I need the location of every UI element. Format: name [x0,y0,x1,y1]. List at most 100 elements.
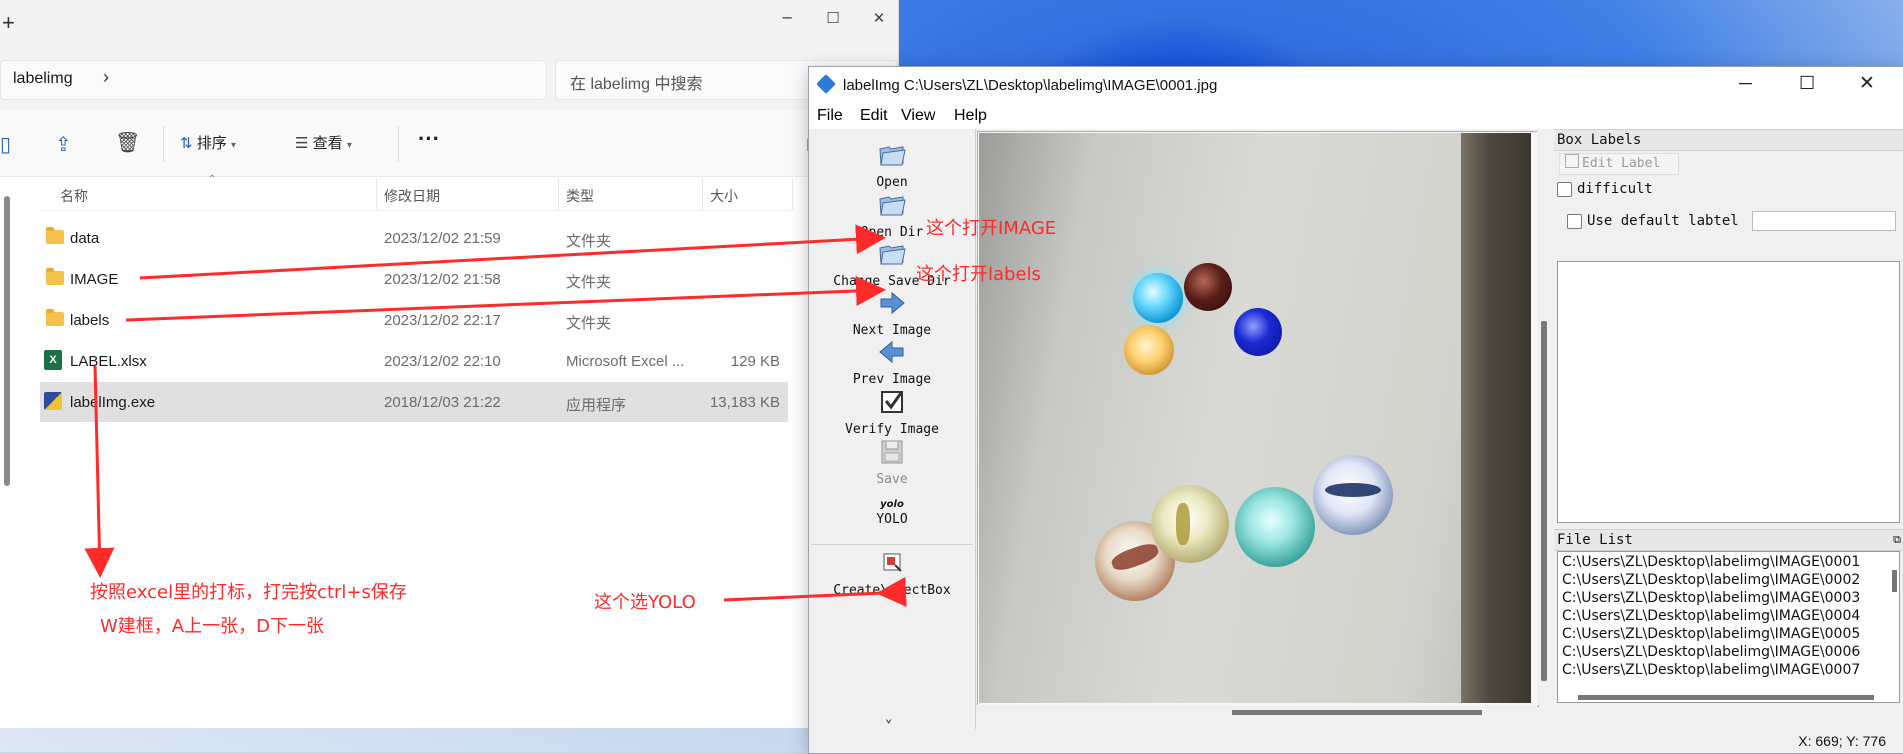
toolbar-divider [398,126,399,162]
file-row-labels[interactable]: labels 2023/12/02 22:17 文件夹 [40,300,788,340]
create-rectbox-button[interactable]: Create\nRectBox [809,549,975,598]
floppy-disk-icon [881,440,903,464]
menu-edit[interactable]: Edit [860,107,888,125]
marble-dark-red [1184,263,1232,311]
difficult-label: difficult [1577,181,1653,197]
more-options-button[interactable]: ··· [418,126,440,152]
image-canvas[interactable] [977,131,1539,707]
column-divider[interactable] [376,178,377,210]
minimize-button[interactable]: ─ [764,0,810,36]
marble-swirl [1176,503,1190,545]
next-image-button[interactable]: Next Image [809,289,975,338]
folder-icon [46,227,64,244]
file-list-item[interactable]: C:\Users\ZL\Desktop\labelimg\IMAGE\0004 [1562,608,1860,624]
menu-bar: File Edit View Help [809,103,1903,129]
search-input[interactable]: 在 labelimg 中搜索 [570,70,702,94]
share-icon[interactable]: ⇪ [55,132,72,156]
menu-file[interactable]: File [817,107,843,125]
canvas-horizontal-scrollbar[interactable] [977,705,1537,719]
edit-label-text: Edit Label [1582,156,1661,171]
minimize-button[interactable]: ─ [1739,73,1752,94]
save-button[interactable]: Save [809,438,975,487]
scrollbar-thumb[interactable] [1541,321,1547,681]
sort-icon: ⇅ [180,134,193,152]
excel-file-icon: X [44,350,62,370]
chevron-right-icon[interactable]: › [103,67,109,88]
verify-image-button[interactable]: Verify Image [809,388,975,437]
marble-amber [1124,325,1174,375]
label-list[interactable] [1557,261,1900,523]
marble-swirl [1325,483,1381,497]
column-divider[interactable] [558,178,559,210]
toolbar-overflow-chevron-icon[interactable]: ⌄ [885,711,892,725]
float-dock-icon[interactable]: ⧉ [1893,530,1901,550]
file-type: 文件夹 [566,315,612,332]
marble-clear-yellow [1151,485,1229,563]
column-header-name[interactable]: 名称 [60,186,88,206]
file-row-label-xlsx[interactable]: X LABEL.xlsx 2023/12/02 22:10 Microsoft … [40,341,788,381]
file-list-item[interactable]: C:\Users\ZL\Desktop\labelimg\IMAGE\0002 [1562,572,1860,588]
menu-help[interactable]: Help [954,107,987,125]
labelimg-window: labelImg C:\Users\ZL\Desktop\labelimg\IM… [808,66,1903,754]
file-row-data[interactable]: data 2023/12/02 21:59 文件夹 [40,218,788,258]
difficult-checkbox[interactable] [1557,182,1572,197]
close-button[interactable]: ✕ [856,0,902,36]
use-default-label-checkbox[interactable] [1567,214,1582,229]
rect-box-icon [883,553,902,572]
navpane-scrollbar[interactable] [4,196,10,486]
open-button[interactable]: Open [809,141,975,190]
view-label: 查看 [312,135,343,152]
prev-image-button[interactable]: Prev Image [809,338,975,387]
file-type: 文件夹 [566,274,612,291]
close-button[interactable]: ✕ [1859,72,1875,95]
sort-button[interactable]: ⇅ 排序 ▾ [180,132,236,153]
menu-view[interactable]: View [901,107,935,125]
sort-label: 排序 [196,135,227,152]
file-list-item[interactable]: C:\Users\ZL\Desktop\labelimg\IMAGE\0007 [1562,662,1860,678]
file-list-item[interactable]: C:\Users\ZL\Desktop\labelimg\IMAGE\0001 [1562,554,1860,570]
maximize-button[interactable]: ☐ [1799,73,1815,94]
pencil-icon [1565,154,1579,168]
view-button[interactable]: ☰ 查看 ▾ [295,132,352,153]
photo-table-edge [1461,133,1531,703]
note-open-image: 这个打开IMAGE [926,218,1057,239]
delete-icon[interactable]: 🗑 [115,130,140,154]
scrollbar-thumb[interactable] [1232,710,1482,715]
column-divider[interactable] [702,178,703,210]
file-list-item[interactable]: C:\Users\ZL\Desktop\labelimg\IMAGE\0005 [1562,626,1860,642]
file-list-item[interactable]: C:\Users\ZL\Desktop\labelimg\IMAGE\0003 [1562,590,1860,606]
canvas-vertical-scrollbar[interactable] [1537,131,1551,705]
chevron-down-icon: ▾ [230,140,236,151]
column-header-size[interactable]: 大小 [710,186,738,206]
note-open-labels: 这个打开labels [916,264,1041,285]
column-header-type[interactable]: 类型 [566,186,594,206]
checkbox-checked-icon [881,391,903,413]
file-list-hscroll-thumb[interactable] [1578,695,1874,700]
file-row-image[interactable]: IMAGE 2023/12/02 21:58 文件夹 [40,259,788,299]
edit-label-button[interactable]: Edit Label [1559,153,1679,175]
next-image-label: Next Image [852,323,932,338]
breadcrumb-labelimg[interactable]: labelimg [13,70,73,88]
sort-ascending-icon: ⌃ [208,174,217,185]
status-bar: X: 669; Y: 776 [809,729,1903,753]
file-list-item[interactable]: C:\Users\ZL\Desktop\labelimg\IMAGE\0006 [1562,644,1860,660]
file-name: data [70,230,100,247]
marbles-photo [979,133,1531,703]
address-bar[interactable]: labelimg › [0,60,547,100]
file-type: 应用程序 [566,397,627,414]
toolbar-divider [163,126,164,162]
new-tab-button[interactable]: + [2,10,15,36]
labelimg-titlebar: labelImg C:\Users\ZL\Desktop\labelimg\IM… [809,67,1903,103]
file-date: 2023/12/02 22:17 [384,312,501,329]
file-row-labelimg-exe[interactable]: labelImg.exe 2018/12/03 21:22 应用程序 13,18… [40,382,788,422]
maximize-button[interactable]: ☐ [810,0,856,36]
default-label-input[interactable] [1752,211,1896,231]
column-divider[interactable] [792,178,793,210]
note-instruction-1: 按照excel里的打标，打完按ctrl+s保存 [90,582,407,603]
file-list[interactable]: C:\Users\ZL\Desktop\labelimg\IMAGE\0001 … [1557,551,1900,703]
format-yolo-button[interactable]: yolo YOLO [809,499,975,527]
file-list-vscroll-thumb[interactable] [1892,570,1897,592]
file-name: LABEL.xlsx [70,353,147,370]
rename-icon[interactable]: ▯ [0,132,11,156]
column-header-date[interactable]: 修改日期 [384,186,440,206]
